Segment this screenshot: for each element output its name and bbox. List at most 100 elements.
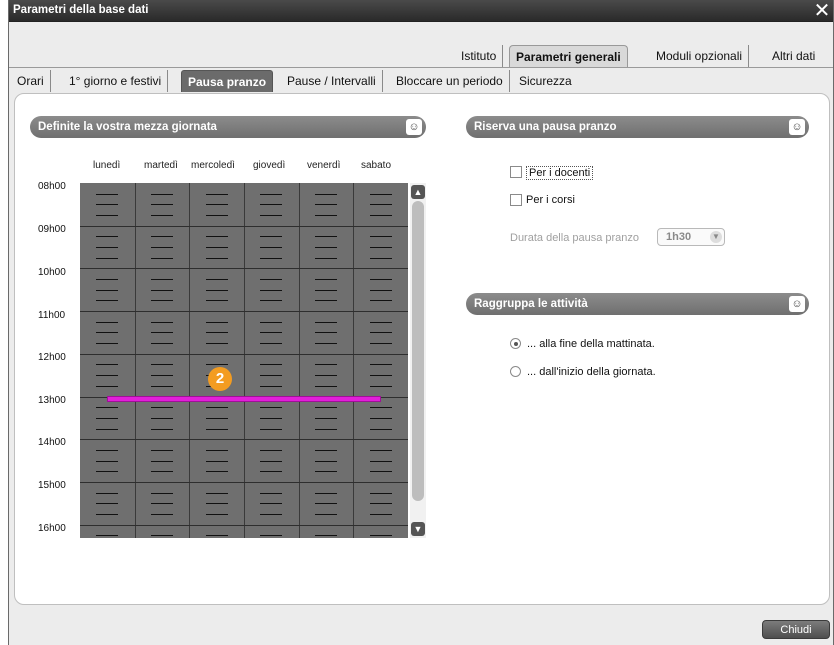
grid-slot-mark (315, 322, 337, 323)
grid-slot-mark (206, 322, 228, 323)
tab-altri-dati[interactable]: Altri dati (766, 45, 821, 67)
section-menu-icon[interactable]: ☺ (789, 296, 805, 312)
start-of-day-radio[interactable] (510, 366, 521, 377)
hour-label: 09h00 (38, 224, 66, 235)
grid-slot-mark (315, 503, 337, 504)
grid-slot-mark (260, 386, 282, 387)
grid-slot-mark (96, 429, 118, 430)
tab-primo-giorno-festivi[interactable]: 1° giorno e festivi (63, 70, 169, 92)
grid-slot-mark (96, 236, 118, 237)
grid-slot-mark (96, 386, 118, 387)
grid-hour-line (80, 354, 408, 355)
section-menu-icon[interactable]: ☺ (789, 119, 805, 135)
grid-slot-mark (96, 300, 118, 301)
tab-orari[interactable]: Orari (11, 70, 51, 92)
tab-pause-intervalli[interactable]: Pause / Intervalli (281, 70, 383, 92)
hour-label: 14h00 (38, 437, 66, 448)
grid-slot-mark (370, 332, 392, 333)
end-of-morning-label[interactable]: ... alla fine della mattinata. (527, 338, 655, 350)
grid-slot-mark (370, 493, 392, 494)
start-of-day-label[interactable]: ... dall'inizio della giornata. (527, 366, 656, 378)
grid-slot-mark (370, 418, 392, 419)
grid-slot-mark (206, 279, 228, 280)
grid-slot-mark (206, 418, 228, 419)
close-button[interactable]: Chiudi (762, 620, 830, 639)
grid-slot-mark (206, 461, 228, 462)
grid-slot-mark (315, 332, 337, 333)
grid-slot-mark (260, 450, 282, 451)
grid-slot-mark (206, 514, 228, 515)
grid-scrollbar[interactable]: ▲ ▼ (410, 183, 426, 538)
grid-slot-mark (151, 247, 173, 248)
grid-slot-mark (151, 429, 173, 430)
grid-slot-mark (151, 322, 173, 323)
grid-slot-mark (96, 258, 118, 259)
grid-slot-mark (206, 450, 228, 451)
grid-slot-mark (151, 375, 173, 376)
grid-hour-line (80, 439, 408, 440)
scroll-up-icon[interactable]: ▲ (411, 185, 425, 199)
grid-slot-mark (260, 322, 282, 323)
grid-slot-mark (151, 364, 173, 365)
grid-slot-mark (370, 194, 392, 195)
grid-slot-mark (260, 503, 282, 504)
grid-slot-mark (370, 429, 392, 430)
teachers-checkbox-label[interactable]: Per i docenti (526, 166, 594, 180)
grid-slot-mark (315, 258, 337, 259)
tab-moduli-opzionali[interactable]: Moduli opzionali (650, 45, 750, 67)
grid-slot-mark (260, 471, 282, 472)
grid-slot-mark (206, 535, 228, 536)
grid-slot-mark (315, 535, 337, 536)
grid-slot-mark (260, 407, 282, 408)
grid-slot-mark (315, 471, 337, 472)
lunch-break-bar[interactable] (107, 396, 381, 402)
grid-slot-mark (96, 215, 118, 216)
grid-slot-mark (260, 461, 282, 462)
tab-parametri-generali[interactable]: Parametri generali (509, 45, 628, 67)
grid-slot-mark (260, 247, 282, 248)
grid-slot-mark (260, 194, 282, 195)
grid-slot-mark (96, 247, 118, 248)
half-day-grid[interactable] (80, 183, 408, 538)
grid-slot-mark (315, 386, 337, 387)
close-icon[interactable]: ✕ (813, 0, 831, 22)
grid-slot-mark (315, 300, 337, 301)
grid-slot-mark (260, 279, 282, 280)
grid-slot-mark (260, 493, 282, 494)
section-menu-icon[interactable]: ☺ (406, 119, 422, 135)
grid-slot-mark (151, 204, 173, 205)
tab-bloccare-periodo[interactable]: Bloccare un periodo (390, 70, 510, 92)
end-of-morning-radio[interactable] (510, 338, 521, 349)
grid-slot-mark (370, 300, 392, 301)
grid-slot-mark (96, 450, 118, 451)
grid-slot-mark (370, 343, 392, 344)
courses-checkbox[interactable] (510, 194, 522, 206)
grid-slot-mark (206, 258, 228, 259)
group-section-title: Raggruppa le attività (474, 298, 588, 310)
tab-istituto[interactable]: Istituto (455, 45, 504, 67)
scroll-thumb[interactable] (412, 201, 424, 501)
duration-select[interactable]: 1h30 ▼ (657, 228, 725, 246)
hour-label: 12h00 (38, 352, 66, 363)
grid-hour-line (80, 482, 408, 483)
scroll-down-icon[interactable]: ▼ (411, 522, 425, 536)
day-label-lunedi: lunedì (93, 160, 121, 171)
tab-sicurezza[interactable]: Sicurezza (513, 70, 578, 92)
grid-slot-mark (315, 204, 337, 205)
reserve-section-header: Riserva una pausa pranzo ☺ (466, 116, 809, 138)
teachers-checkbox[interactable] (510, 166, 522, 178)
grid-slot-mark (96, 503, 118, 504)
grid-slot-mark (206, 364, 228, 365)
grid-slot-mark (96, 418, 118, 419)
tab-pausa-pranzo[interactable]: Pausa pranzo (181, 70, 274, 92)
grid-slot-mark (315, 407, 337, 408)
grid-slot-mark (260, 535, 282, 536)
grid-slot-mark (260, 429, 282, 430)
grid-slot-mark (260, 332, 282, 333)
step-marker: 2 (208, 367, 232, 391)
grid-slot-mark (151, 450, 173, 451)
grid-slot-mark (151, 503, 173, 504)
grid-slot-mark (206, 429, 228, 430)
courses-checkbox-label[interactable]: Per i corsi (526, 194, 575, 206)
grid-slot-mark (260, 236, 282, 237)
